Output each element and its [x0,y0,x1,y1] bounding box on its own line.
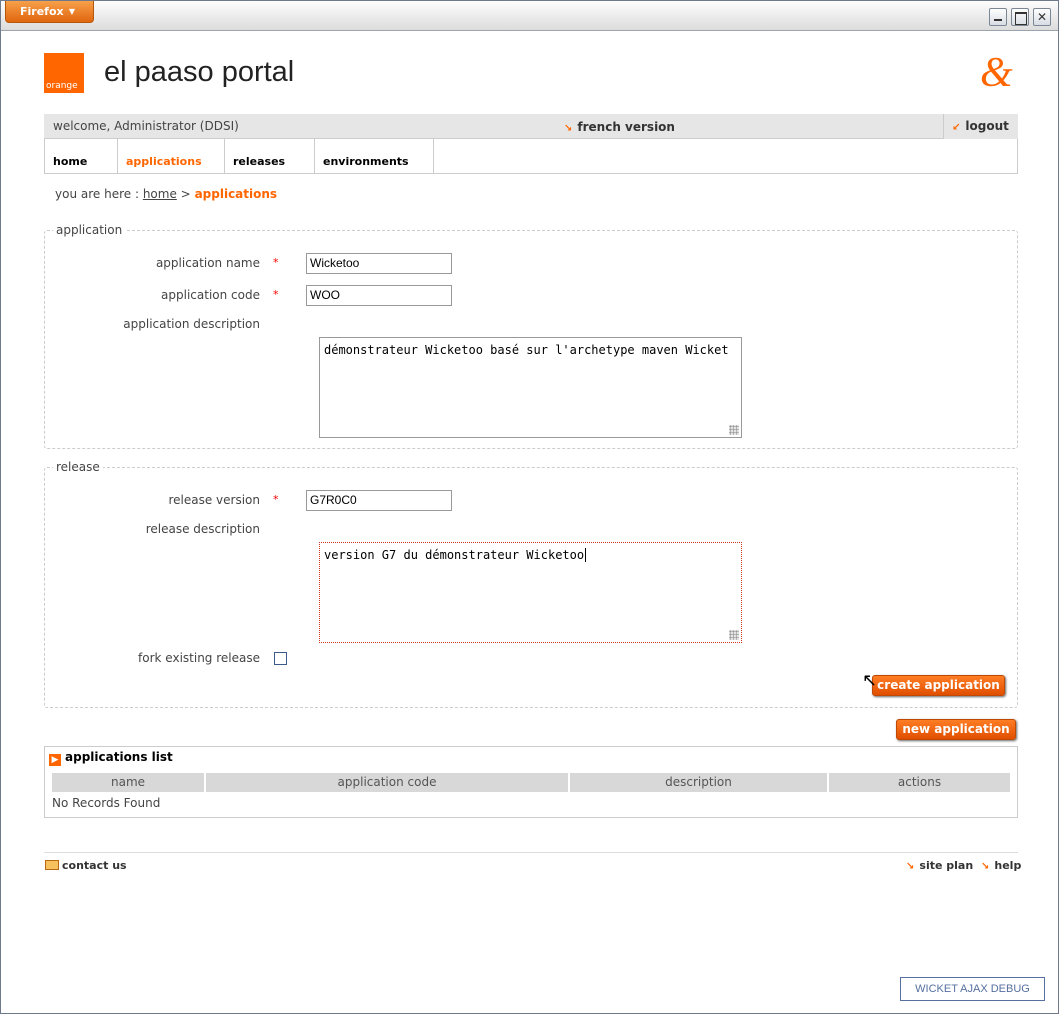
resize-grip-icon[interactable] [729,630,739,640]
logout-link[interactable]: ↙ logout [952,119,1009,133]
text-cursor [585,548,587,562]
column-header-actions: actions [829,773,1010,792]
mouse-pointer-icon: ↖ [862,670,878,691]
title-bar: Firefox ▼ [1,1,1058,31]
arrow-right-icon: ▶ [49,754,61,766]
applications-list-panel: ▶ applications list name application code… [44,746,1018,818]
release-description-label: release description [145,522,260,536]
breadcrumb-current: applications [194,187,278,201]
logout-area: ↙ logout [943,114,1018,139]
release-description-text: version G7 du démonstrateur Wicketoo [324,548,585,562]
logout-label: logout [965,119,1009,133]
application-legend: application [56,223,123,237]
firefox-menu-button[interactable]: Firefox ▼ [5,1,94,23]
application-description-text: démonstrateur Wicketoo basé sur l'archet… [324,343,729,357]
tab-home[interactable]: home [45,139,118,173]
fork-release-label: fork existing release [138,651,260,665]
release-version-input[interactable]: G7R0C0 [306,490,452,511]
arrow-icon: ↘ [564,123,573,134]
arrow-icon: ↘ [906,861,915,872]
column-header-application-code[interactable]: application code [206,773,568,792]
applications-list-title: ▶ applications list [49,750,173,766]
breadcrumb-separator: > [180,187,191,201]
application-code-input[interactable]: WOO [306,285,452,306]
site-plan-label: site plan [919,859,974,872]
create-application-button[interactable]: create application [872,675,1005,696]
main-nav: home applications releases environments [44,139,1018,174]
empty-list-message: No Records Found [52,796,161,810]
application-name-label: application name [155,256,260,270]
logo-text: orange [46,81,78,91]
fork-release-checkbox[interactable] [274,652,287,665]
ampersand-logo-icon: & [980,50,1013,96]
orange-logo[interactable]: orange [44,53,84,93]
required-mark: * [273,256,279,269]
application-code-label: application code [161,288,260,302]
new-application-button[interactable]: new application [896,719,1016,740]
maximize-button[interactable] [1011,8,1029,26]
envelope-icon [45,860,59,870]
required-mark: * [273,288,279,301]
footer-divider [44,852,1018,853]
application-description-label: application description [123,317,260,331]
breadcrumb-home-link[interactable]: home [143,187,177,201]
column-header-name[interactable]: name [52,773,204,792]
required-mark: * [273,493,279,506]
chevron-down-icon: ▼ [68,7,75,16]
help-label: help [994,859,1022,872]
contact-us-link[interactable]: contact us [45,859,127,872]
site-plan-link[interactable]: ↘ site plan [906,859,973,872]
french-version-label: french version [577,120,675,134]
resize-grip-icon[interactable] [729,425,739,435]
arrow-icon: ↘ [981,861,990,872]
breadcrumb: you are here : home > applications [55,187,277,201]
welcome-text: welcome, Administrator (DDSI) [53,119,239,133]
close-button[interactable] [1033,8,1051,26]
release-legend: release [56,460,100,474]
breadcrumb-prefix: you are here : [55,187,139,201]
tab-applications[interactable]: applications [118,139,225,173]
french-version-link[interactable]: ↘ french version [564,120,675,134]
firefox-menu-label: Firefox [20,5,64,18]
help-link[interactable]: ↘ help [981,859,1021,872]
minimize-button[interactable] [989,8,1007,26]
user-bar: welcome, Administrator (DDSI) ↘ french ve… [44,114,1018,139]
applications-list-title-text: applications list [65,750,173,764]
browser-window: Firefox ▼ orange el paaso portal & welcom… [0,0,1059,1014]
application-name-input[interactable]: Wicketoo [306,253,452,274]
tab-environments[interactable]: environments [315,139,434,173]
wicket-ajax-debug-button[interactable]: WICKET AJAX DEBUG [900,977,1045,1001]
column-header-description[interactable]: description [570,773,827,792]
page-title: el paaso portal [104,56,295,88]
arrow-icon: ↙ [952,122,961,133]
release-description-textarea[interactable]: version G7 du démonstrateur Wicketoo [319,542,742,643]
contact-us-label: contact us [62,859,127,872]
release-version-label: release version [168,493,260,507]
tab-releases[interactable]: releases [225,139,315,173]
application-description-textarea[interactable]: démonstrateur Wicketoo basé sur l'archet… [319,337,742,438]
